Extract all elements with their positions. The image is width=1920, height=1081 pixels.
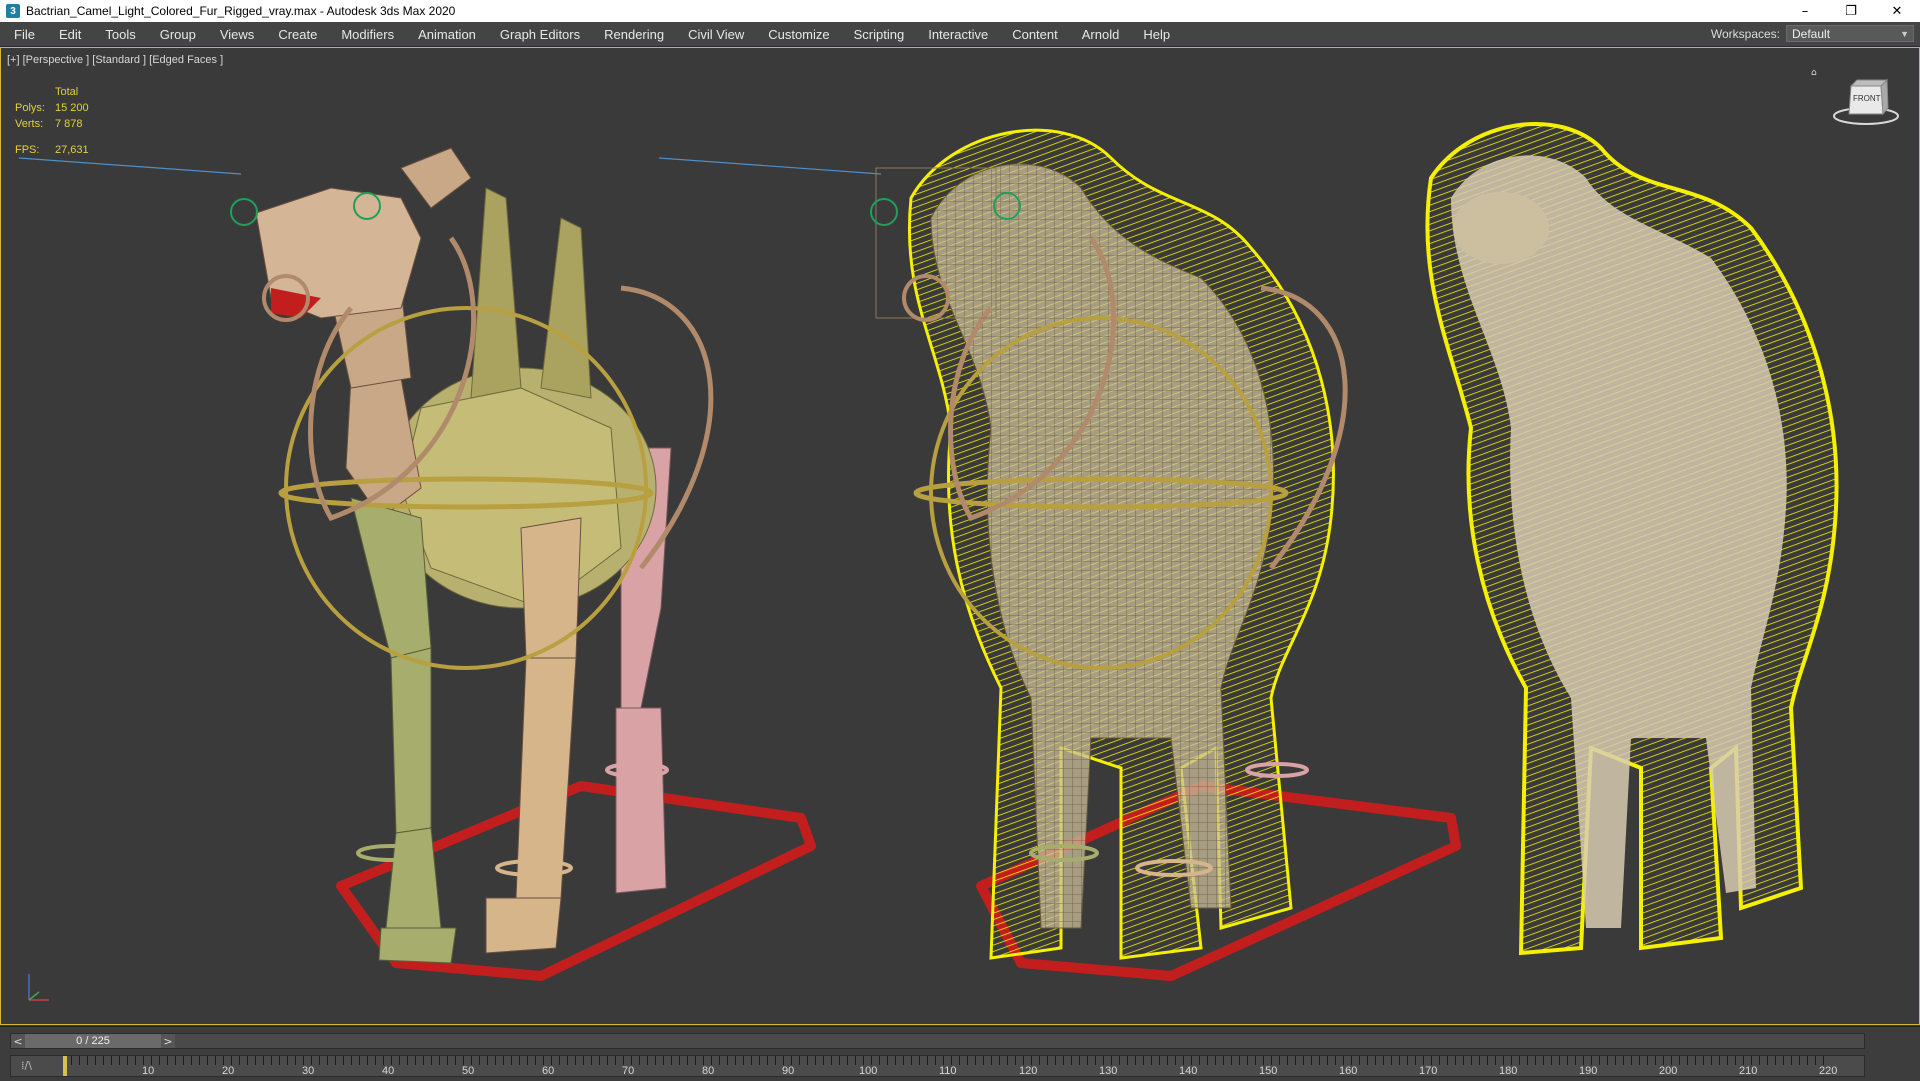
ruler-label: 50 — [462, 1065, 475, 1077]
perspective-viewport[interactable]: [+] [Perspective ] [Standard ] [Edged Fa… — [0, 47, 1920, 1025]
rig-proxy-camel[interactable] — [230, 147, 816, 981]
ruler-label: 130 — [1099, 1065, 1118, 1077]
ruler-label: 40 — [382, 1065, 395, 1077]
window-title: Bactrian_Camel_Light_Colored_Fur_Rigged_… — [26, 4, 456, 18]
ruler-label: 120 — [1019, 1065, 1038, 1077]
menu-modifiers[interactable]: Modifiers — [329, 22, 406, 46]
wireframe-fur-camel[interactable] — [870, 128, 1461, 981]
ruler-label: 210 — [1739, 1065, 1758, 1077]
menu-create[interactable]: Create — [266, 22, 329, 46]
restore-button[interactable]: ❐ — [1828, 0, 1874, 22]
menu-scripting[interactable]: Scripting — [842, 22, 917, 46]
ruler-label: 220 — [1819, 1065, 1838, 1077]
scene-render — [18, 122, 1839, 981]
ruler-label: 150 — [1259, 1065, 1278, 1077]
menu-animation[interactable]: Animation — [406, 22, 488, 46]
ruler-label: 80 — [702, 1065, 715, 1077]
menu-group[interactable]: Group — [148, 22, 208, 46]
title-bar: 3 Bactrian_Camel_Light_Colored_Fur_Rigge… — [0, 0, 1920, 22]
ruler-label: 100 — [859, 1065, 878, 1077]
ruler-label: 20 — [222, 1065, 235, 1077]
look-at-line-mid — [658, 157, 882, 175]
ruler-label: 60 — [542, 1065, 555, 1077]
menu-interactive[interactable]: Interactive — [916, 22, 1000, 46]
close-button[interactable]: ✕ — [1874, 0, 1920, 22]
menu-tools[interactable]: Tools — [93, 22, 147, 46]
workspaces-dropdown[interactable]: Default ▼ — [1786, 25, 1914, 42]
viewcube[interactable]: FRONT ⌂ — [1811, 68, 1901, 132]
playhead[interactable] — [63, 1056, 67, 1076]
ruler-label: 180 — [1499, 1065, 1518, 1077]
ruler-label: 110 — [939, 1065, 957, 1077]
prev-frame-button[interactable]: < — [11, 1034, 25, 1048]
ruler-label: 200 — [1659, 1065, 1678, 1077]
menu-content[interactable]: Content — [1000, 22, 1070, 46]
menu-help[interactable]: Help — [1131, 22, 1182, 46]
chevron-down-icon: ▼ — [1900, 29, 1909, 39]
menu-rendering[interactable]: Rendering — [592, 22, 676, 46]
shaded-fur-camel[interactable] — [1425, 122, 1839, 956]
minimize-button[interactable]: – — [1782, 0, 1828, 22]
time-slider-area: < 0 / 225 > ⁞/\ 10 20 30 40 50 60 70 80 … — [0, 1026, 1920, 1081]
viewcube-face-label: FRONT — [1853, 94, 1881, 103]
ruler-label: 10 — [142, 1065, 155, 1077]
app-icon: 3 — [6, 4, 20, 18]
key-filter-icon[interactable]: ⁞/\ — [21, 1059, 32, 1072]
next-frame-button[interactable]: > — [161, 1034, 175, 1048]
workspaces-value: Default — [1792, 26, 1831, 41]
axis-tripod-icon — [28, 974, 49, 1001]
menu-arnold[interactable]: Arnold — [1070, 22, 1132, 46]
ruler-label: 160 — [1339, 1065, 1358, 1077]
menu-graph-editors[interactable]: Graph Editors — [488, 22, 592, 46]
menu-customize[interactable]: Customize — [756, 22, 841, 46]
menu-file[interactable]: File — [0, 22, 47, 46]
menu-edit[interactable]: Edit — [47, 22, 93, 46]
ruler-label: 30 — [302, 1065, 315, 1077]
time-slider-thumb[interactable]: 0 / 225 — [25, 1034, 161, 1048]
ruler-label: 140 — [1179, 1065, 1198, 1077]
ruler-label: 170 — [1419, 1065, 1438, 1077]
workspaces-label: Workspaces: — [1710, 27, 1780, 41]
ruler-label: 70 — [622, 1065, 635, 1077]
look-at-line-left — [18, 157, 242, 175]
menu-views[interactable]: Views — [208, 22, 266, 46]
time-slider[interactable]: < 0 / 225 > — [10, 1033, 1865, 1049]
ruler-label: 190 — [1579, 1065, 1598, 1077]
home-icon[interactable]: ⌂ — [1811, 68, 1817, 78]
ruler-label: 90 — [782, 1065, 795, 1077]
menu-bar: File Edit Tools Group Views Create Modif… — [0, 22, 1920, 47]
track-bar[interactable]: ⁞/\ 10 20 30 40 50 60 70 80 90 100 110 1… — [10, 1055, 1865, 1078]
menu-civil-view[interactable]: Civil View — [676, 22, 756, 46]
